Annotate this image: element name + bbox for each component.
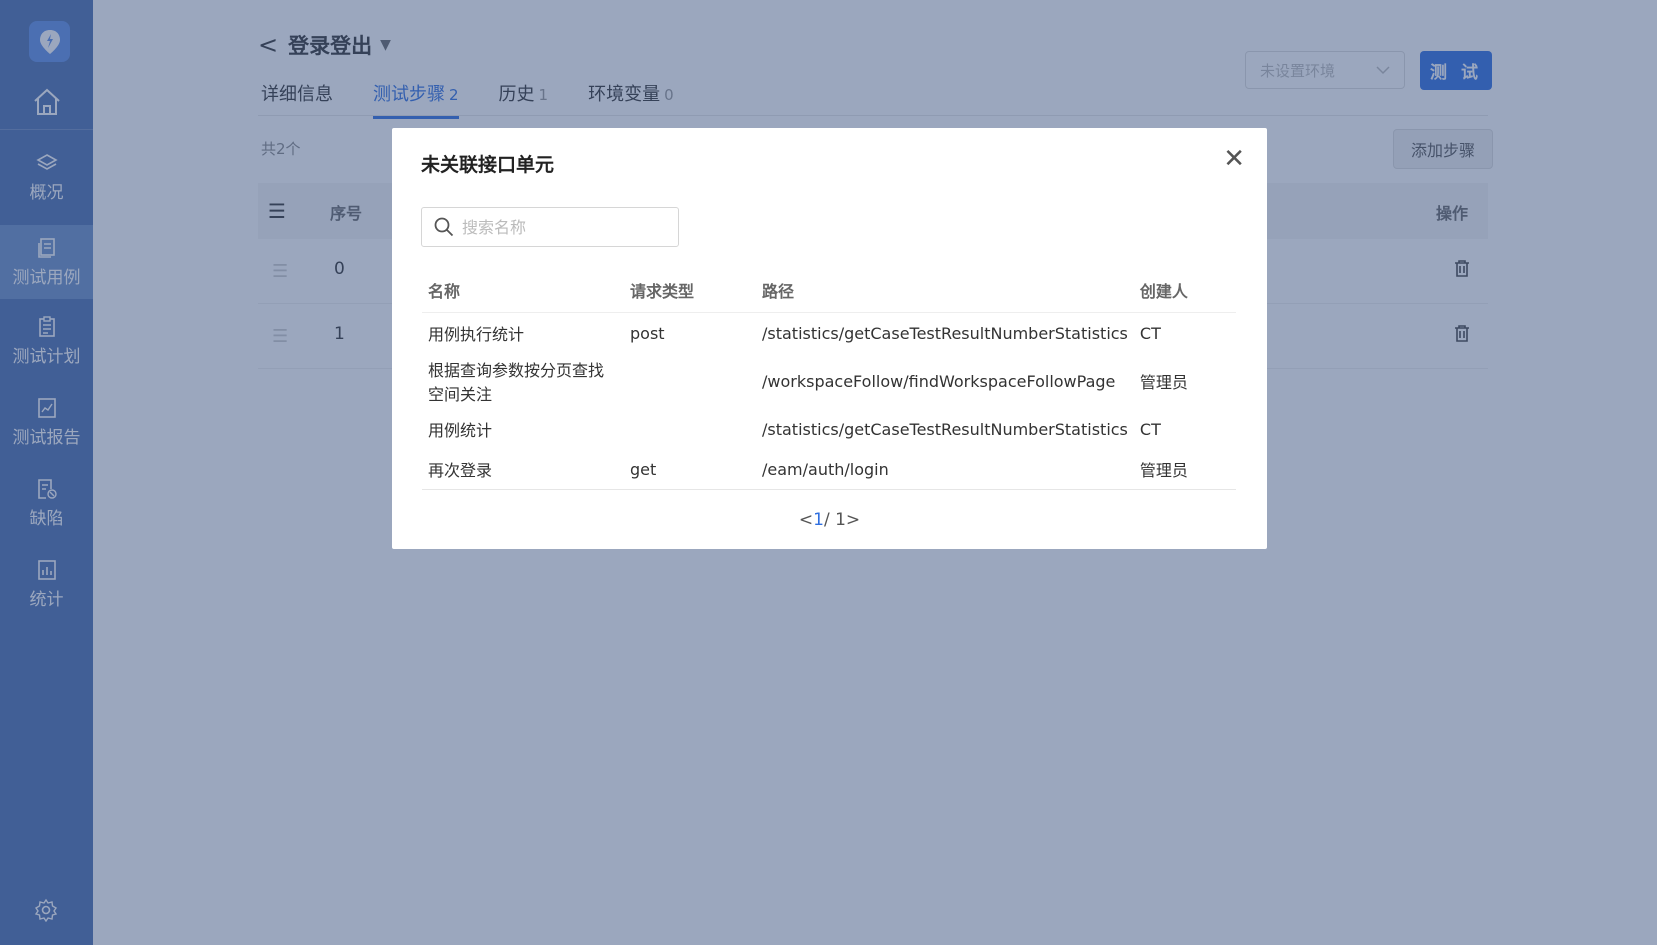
table-header-row: 名称 请求类型 路径 创建人 bbox=[422, 268, 1236, 313]
close-icon[interactable]: ✕ bbox=[1223, 146, 1245, 172]
cell-creator: CT bbox=[1139, 323, 1161, 343]
cell-creator: CT bbox=[1139, 419, 1161, 439]
modal-title: 未关联接口单元 bbox=[421, 154, 555, 176]
cell-name: 再次登录 bbox=[422, 449, 624, 490]
table-row[interactable]: 用例统计 /statistics/getCaseTestResultNumber… bbox=[422, 409, 1236, 449]
total-pages: / 1 bbox=[823, 510, 846, 530]
unlinked-api-modal: 未关联接口单元 ✕ 名称 请求类型 路径 创建人 用例执行统计 post /st… bbox=[392, 128, 1267, 549]
cell-path: /statistics/getCaseTestResultNumberStati… bbox=[762, 323, 1128, 343]
column-header-name: 名称 bbox=[422, 268, 624, 313]
next-page-icon[interactable]: > bbox=[846, 510, 860, 530]
pagination: <1/ 1> bbox=[392, 510, 1267, 530]
cell-creator: 管理员 bbox=[1133, 449, 1236, 490]
cell-name: 用例统计 bbox=[428, 421, 493, 440]
cell-creator: 管理员 bbox=[1139, 373, 1188, 392]
column-header-path: 路径 bbox=[756, 268, 1134, 313]
cell-method: get bbox=[624, 449, 756, 490]
search-field[interactable] bbox=[421, 207, 679, 247]
search-icon bbox=[434, 217, 454, 237]
column-header-creator: 创建人 bbox=[1133, 268, 1236, 313]
cell-method bbox=[624, 353, 756, 409]
column-header-method: 请求类型 bbox=[624, 268, 756, 313]
cell-method bbox=[624, 409, 756, 449]
cell-method: post bbox=[630, 323, 665, 343]
cell-name: 用例执行统计 bbox=[428, 325, 525, 344]
cell-path: /eam/auth/login bbox=[756, 449, 1134, 490]
api-table: 名称 请求类型 路径 创建人 用例执行统计 post /statistics/g… bbox=[422, 268, 1236, 490]
search-input[interactable] bbox=[460, 216, 664, 238]
cell-name: 根据查询参数按分页查找空间关注 bbox=[428, 361, 605, 404]
table-row[interactable]: 根据查询参数按分页查找空间关注 /workspaceFollow/findWor… bbox=[422, 353, 1236, 409]
current-page[interactable]: 1 bbox=[813, 510, 824, 530]
table-row[interactable]: 用例执行统计 post /statistics/getCaseTestResul… bbox=[422, 313, 1236, 354]
cell-path: /statistics/getCaseTestResultNumberStati… bbox=[762, 419, 1128, 439]
cell-path: /workspaceFollow/findWorkspaceFollowPage bbox=[762, 371, 1116, 391]
prev-page-icon[interactable]: < bbox=[799, 510, 813, 530]
table-row[interactable]: 再次登录 get /eam/auth/login 管理员 bbox=[422, 449, 1236, 490]
